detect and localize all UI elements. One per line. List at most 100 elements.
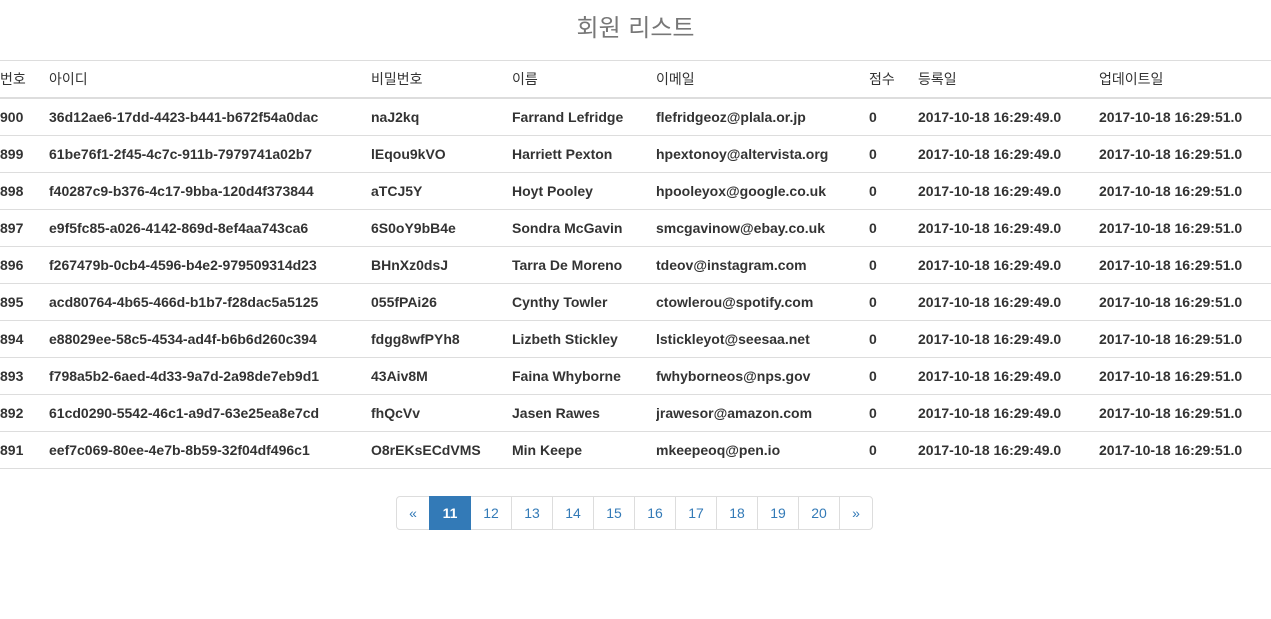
- table-row: 899 61be76f1-2f45-4c7c-911b-7979741a02b7 l…: [0, 135, 1271, 173]
- cell-number: 894: [0, 320, 49, 358]
- cell-email: hpooleyox@google.co.uk: [656, 172, 869, 210]
- header-password: 비밀번호: [371, 60, 512, 99]
- table-header: 번호 아이디 비밀번호 이름 이메일 점수 등록일 업데이트일: [0, 60, 1271, 99]
- cell-password: O8rEKsECdVMS: [371, 431, 512, 469]
- table-body: 900 36d12ae6-17dd-4423-b441-b672f54a0dac n…: [0, 98, 1271, 469]
- cell-name: Jasen Rawes: [512, 394, 656, 432]
- cell-registered: 2017-10-18 16:29:49.0: [918, 283, 1099, 321]
- cell-number: 896: [0, 246, 49, 284]
- cell-updated: 2017-10-18 16:29:51.0: [1099, 246, 1271, 284]
- cell-password: fhQcVv: [371, 394, 512, 432]
- table-row: 894 e88029ee-58c5-4534-ad4f-b6b6d260c394 f…: [0, 320, 1271, 358]
- table-row: 896 f267479b-0cb4-4596-b4e2-979509314d23 B…: [0, 246, 1271, 284]
- header-name: 이름: [512, 60, 656, 99]
- cell-score: 0: [869, 172, 918, 210]
- cell-registered: 2017-10-18 16:29:49.0: [918, 98, 1099, 136]
- cell-updated: 2017-10-18 16:29:51.0: [1099, 394, 1271, 432]
- cell-name: Cynthy Towler: [512, 283, 656, 321]
- header-id: 아이디: [49, 60, 371, 99]
- cell-email: mkeepeoq@pen.io: [656, 431, 869, 469]
- cell-email: ctowlerou@spotify.com: [656, 283, 869, 321]
- pagination-prev-button[interactable]: «: [396, 496, 430, 530]
- cell-score: 0: [869, 283, 918, 321]
- header-score: 점수: [869, 60, 918, 99]
- cell-registered: 2017-10-18 16:29:49.0: [918, 246, 1099, 284]
- cell-updated: 2017-10-18 16:29:51.0: [1099, 135, 1271, 173]
- pagination-page-17[interactable]: 17: [675, 496, 717, 530]
- cell-score: 0: [869, 357, 918, 395]
- cell-registered: 2017-10-18 16:29:49.0: [918, 357, 1099, 395]
- cell-number: 893: [0, 357, 49, 395]
- header-updated: 업데이트일: [1099, 60, 1271, 99]
- pagination-page-15[interactable]: 15: [593, 496, 635, 530]
- header-email: 이메일: [656, 60, 869, 99]
- cell-id: 61cd0290-5542-46c1-a9d7-63e25ea8e7cd: [49, 394, 371, 432]
- cell-score: 0: [869, 135, 918, 173]
- cell-number: 895: [0, 283, 49, 321]
- cell-password: aTCJ5Y: [371, 172, 512, 210]
- table-row: 892 61cd0290-5542-46c1-a9d7-63e25ea8e7cd f…: [0, 394, 1271, 432]
- table-row: 898 f40287c9-b376-4c17-9bba-120d4f373844 a…: [0, 172, 1271, 210]
- cell-password: 6S0oY9bB4e: [371, 209, 512, 247]
- cell-name: Harriett Pexton: [512, 135, 656, 173]
- cell-id: eef7c069-80ee-4e7b-8b59-32f04df496c1: [49, 431, 371, 469]
- cell-email: lstickleyot@seesaa.net: [656, 320, 869, 358]
- cell-registered: 2017-10-18 16:29:49.0: [918, 135, 1099, 173]
- cell-registered: 2017-10-18 16:29:49.0: [918, 431, 1099, 469]
- pagination-page-20[interactable]: 20: [798, 496, 840, 530]
- cell-email: tdeov@instagram.com: [656, 246, 869, 284]
- cell-registered: 2017-10-18 16:29:49.0: [918, 172, 1099, 210]
- cell-number: 891: [0, 431, 49, 469]
- cell-name: Hoyt Pooley: [512, 172, 656, 210]
- cell-updated: 2017-10-18 16:29:51.0: [1099, 98, 1271, 136]
- pagination-page-11[interactable]: 11: [429, 496, 471, 530]
- pagination-page-13[interactable]: 13: [511, 496, 553, 530]
- cell-id: e9f5fc85-a026-4142-869d-8ef4aa743ca6: [49, 209, 371, 247]
- table-row: 897 e9f5fc85-a026-4142-869d-8ef4aa743ca6 6…: [0, 209, 1271, 247]
- cell-password: 43Aiv8M: [371, 357, 512, 395]
- cell-registered: 2017-10-18 16:29:49.0: [918, 209, 1099, 247]
- cell-email: smcgavinow@ebay.co.uk: [656, 209, 869, 247]
- cell-password: naJ2kq: [371, 98, 512, 136]
- cell-number: 900: [0, 98, 49, 136]
- cell-score: 0: [869, 320, 918, 358]
- pagination-page-18[interactable]: 18: [716, 496, 758, 530]
- cell-number: 897: [0, 209, 49, 247]
- cell-score: 0: [869, 209, 918, 247]
- cell-password: fdgg8wfPYh8: [371, 320, 512, 358]
- cell-name: Farrand Lefridge: [512, 98, 656, 136]
- table-header-row: 번호 아이디 비밀번호 이름 이메일 점수 등록일 업데이트일: [0, 60, 1271, 99]
- cell-password: BHnXz0dsJ: [371, 246, 512, 284]
- cell-number: 892: [0, 394, 49, 432]
- member-table: 번호 아이디 비밀번호 이름 이메일 점수 등록일 업데이트일 900 36d12…: [0, 60, 1271, 469]
- table-row: 900 36d12ae6-17dd-4423-b441-b672f54a0dac n…: [0, 98, 1271, 136]
- cell-updated: 2017-10-18 16:29:51.0: [1099, 172, 1271, 210]
- cell-name: Faina Whyborne: [512, 357, 656, 395]
- header-number: 번호: [0, 60, 49, 99]
- pagination-next-button[interactable]: »: [839, 496, 873, 530]
- cell-id: e88029ee-58c5-4534-ad4f-b6b6d260c394: [49, 320, 371, 358]
- cell-score: 0: [869, 394, 918, 432]
- cell-updated: 2017-10-18 16:29:51.0: [1099, 357, 1271, 395]
- cell-id: f267479b-0cb4-4596-b4e2-979509314d23: [49, 246, 371, 284]
- cell-id: acd80764-4b65-466d-b1b7-f28dac5a5125: [49, 283, 371, 321]
- cell-id: f798a5b2-6aed-4d33-9a7d-2a98de7eb9d1: [49, 357, 371, 395]
- pagination-page-14[interactable]: 14: [552, 496, 594, 530]
- pagination-page-19[interactable]: 19: [757, 496, 799, 530]
- table-row: 893 f798a5b2-6aed-4d33-9a7d-2a98de7eb9d1 4…: [0, 357, 1271, 395]
- cell-name: Tarra De Moreno: [512, 246, 656, 284]
- cell-registered: 2017-10-18 16:29:49.0: [918, 320, 1099, 358]
- cell-name: Sondra McGavin: [512, 209, 656, 247]
- pagination-page-16[interactable]: 16: [634, 496, 676, 530]
- header-registered: 등록일: [918, 60, 1099, 99]
- pagination-page-12[interactable]: 12: [470, 496, 512, 530]
- cell-registered: 2017-10-18 16:29:49.0: [918, 394, 1099, 432]
- cell-number: 899: [0, 135, 49, 173]
- cell-score: 0: [869, 246, 918, 284]
- cell-updated: 2017-10-18 16:29:51.0: [1099, 283, 1271, 321]
- cell-password: 055fPAi26: [371, 283, 512, 321]
- cell-score: 0: [869, 431, 918, 469]
- cell-id: 36d12ae6-17dd-4423-b441-b672f54a0dac: [49, 98, 371, 136]
- pagination: «11 12 13 14 15 16 17 18 19 20»: [396, 496, 873, 530]
- cell-id: 61be76f1-2f45-4c7c-911b-7979741a02b7: [49, 135, 371, 173]
